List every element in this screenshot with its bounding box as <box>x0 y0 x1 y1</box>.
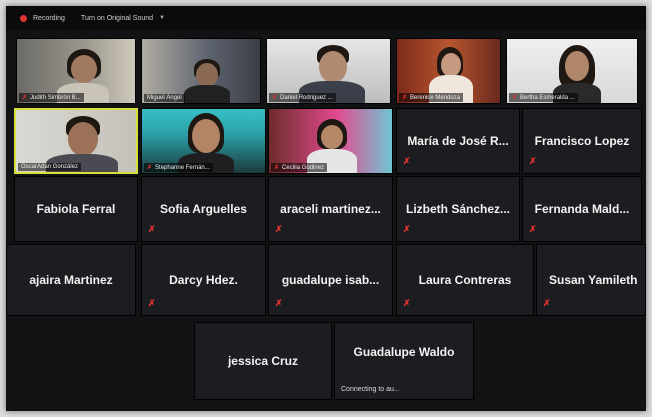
connection-status: Connecting to au... <box>341 386 400 393</box>
participant-name: ajaira Martinez <box>29 273 113 287</box>
participant-name: Lizbeth Sánchez... <box>405 202 510 216</box>
participant-label: ✗ Berenice Mendoza <box>399 93 464 102</box>
mic-muted-icon: ✗ <box>529 156 537 166</box>
participant-name: María de José R... <box>407 134 509 148</box>
mic-muted-icon: ✗ <box>403 156 411 166</box>
participant-tile[interactable]: Guadalupe Waldo Connecting to au... <box>334 322 474 400</box>
video-call-window: Recording Turn on Original Sound ▼ ✗ Judi… <box>6 6 646 411</box>
participant-tile[interactable]: ajaira Martinez <box>6 244 136 316</box>
participant-tile[interactable]: jessica Cruz <box>194 322 332 400</box>
mic-muted-icon: ✗ <box>275 298 283 308</box>
participant-tile[interactable]: Lizbeth Sánchez... ✗ <box>396 176 520 242</box>
chevron-down-icon[interactable]: ▼ <box>159 15 165 21</box>
video-tile-stephanne[interactable]: ✗ Stephanne Fernán... <box>141 108 266 174</box>
mic-muted-icon: ✗ <box>529 224 537 234</box>
participant-label: ✗ Judith Simbrón B... <box>19 93 84 102</box>
participant-name: Fabiola Ferral <box>36 202 116 216</box>
participant-tile[interactable]: guadalupe isab... ✗ <box>268 244 393 316</box>
participant-name: Guadalupe Waldo <box>353 344 455 359</box>
participant-tile[interactable]: Sofia Arguelles ✗ <box>141 176 266 242</box>
participant-name: araceli martinez... <box>280 202 381 216</box>
participant-tile[interactable]: Fabiola Ferral <box>14 176 138 242</box>
participant-name: Darcy Hdez. <box>169 273 238 287</box>
participant-tile[interactable]: Susan Yamileth ✗ <box>536 244 646 316</box>
participant-name: Fernanda Mald... <box>534 202 630 216</box>
participant-name: guadalupe isab... <box>281 273 380 287</box>
participant-tile[interactable]: araceli martinez... ✗ <box>268 176 393 242</box>
video-tile-judith[interactable]: ✗ Judith Simbrón B... <box>16 38 136 104</box>
participant-label: ✗ Bertha Esmeralda ... <box>509 93 578 102</box>
mic-muted-icon: ✗ <box>403 298 411 308</box>
participant-tile[interactable]: María de José R... ✗ <box>396 108 520 174</box>
mic-muted-icon: ✗ <box>148 224 156 234</box>
participant-name: Sofia Arguelles <box>160 202 247 216</box>
participant-label: ✗ Daniel Rodriguez ... <box>269 93 336 102</box>
participant-label: Miguel Ángel <box>144 94 185 102</box>
participant-name: jessica Cruz <box>227 354 299 368</box>
mic-muted-icon: ✗ <box>543 298 551 308</box>
participant-label: ✗ Cecilia Godinez <box>271 163 328 172</box>
participant-name: Laura Contreras <box>418 273 512 287</box>
participant-name: Susan Yamileth <box>549 273 638 287</box>
top-bar: Recording Turn on Original Sound ▼ <box>6 6 646 30</box>
participant-tile[interactable]: Laura Contreras ✗ <box>396 244 534 316</box>
video-tile-cecilia[interactable]: ✗ Cecilia Godinez <box>268 108 393 174</box>
video-tile-bertha[interactable]: ✗ Bertha Esmeralda ... <box>506 38 638 104</box>
recording-icon <box>20 14 27 22</box>
participant-name: Francisco Lopez <box>534 134 630 148</box>
participant-tile[interactable]: Francisco Lopez ✗ <box>522 108 642 174</box>
mic-muted-icon: ✗ <box>403 224 411 234</box>
video-tile-daniel[interactable]: ✗ Daniel Rodriguez ... <box>266 38 391 104</box>
participant-tile[interactable]: Fernanda Mald... ✗ <box>522 176 642 242</box>
participant-label: OscarAdán González <box>18 163 82 171</box>
video-tile-berenice[interactable]: ✗ Berenice Mendoza <box>396 38 501 104</box>
recording-label: Recording <box>33 14 65 22</box>
participant-label: ✗ Stephanne Fernán... <box>144 163 213 172</box>
mic-muted-icon: ✗ <box>148 298 156 308</box>
mic-muted-icon: ✗ <box>275 224 283 234</box>
video-tile-oscar-active-speaker[interactable]: OscarAdán González <box>14 108 138 174</box>
participant-tile[interactable]: Darcy Hdez. ✗ <box>141 244 266 316</box>
original-sound-toggle[interactable]: Turn on Original Sound <box>81 15 153 22</box>
video-tile-miguel[interactable]: Miguel Ángel <box>141 38 261 104</box>
